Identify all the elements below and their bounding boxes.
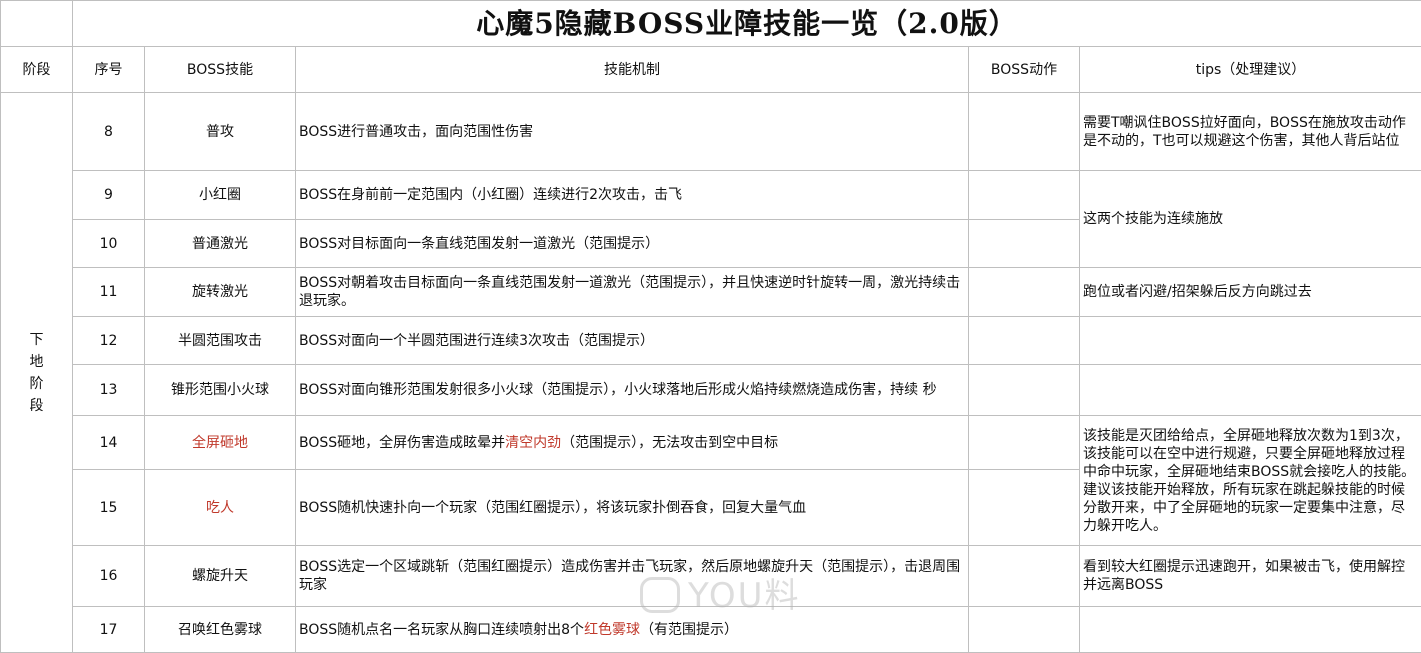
header-skill: BOSS技能 [145, 47, 296, 93]
row-index: 8 [73, 93, 145, 171]
sheet-title: 心魔5隐藏BOSS业障技能一览（2.0版） [73, 1, 1421, 47]
table-row: 9 小红圈 BOSS在身前前一定范围内（小红圈）连续进行2次攻击，击飞 这两个技… [1, 171, 1421, 220]
row-skill: 小红圈 [145, 171, 296, 220]
row-action [969, 268, 1080, 317]
header-index: 序号 [73, 47, 145, 93]
header-row: 阶段 序号 BOSS技能 技能机制 BOSS动作 tips（处理建议） [1, 47, 1421, 93]
mechanic-highlight: 清空内劲 [505, 435, 561, 451]
title-row: 心魔5隐藏BOSS业障技能一览（2.0版） [1, 1, 1421, 47]
header-phase: 阶段 [1, 47, 73, 93]
row-tips: 看到较大红圈提示迅速跑开，如果被击飞，使用解控并远离BOSS [1080, 546, 1421, 607]
row-action [969, 317, 1080, 365]
table-row: 14 全屏砸地 BOSS砸地，全屏伤害造成眩晕并清空内劲（范围提示），无法攻击到… [1, 416, 1421, 470]
row-action [969, 171, 1080, 220]
row-action [969, 220, 1080, 268]
mechanic-text: （范围提示），无法攻击到空中目标 [561, 435, 778, 451]
row-mechanic: BOSS对面向一个半圆范围进行连续3次攻击（范围提示） [296, 317, 969, 365]
row-index: 12 [73, 317, 145, 365]
row-tips: 该技能是灭团给给点，全屏砸地释放次数为1到3次，该技能可以在空中进行规避，只要全… [1080, 416, 1421, 546]
row-index: 11 [73, 268, 145, 317]
row-index: 9 [73, 171, 145, 220]
table-row: 11 旋转激光 BOSS对朝着攻击目标面向一条直线范围发射一道激光（范围提示），… [1, 268, 1421, 317]
row-skill: 召唤红色雾球 [145, 607, 296, 653]
table-row: 17 召唤红色雾球 BOSS随机点名一名玩家从胸口连续喷射出8个红色雾球（有范围… [1, 607, 1421, 653]
row-mechanic: BOSS随机快速扑向一个玩家（范围红圈提示），将该玩家扑倒吞食，回复大量气血 [296, 470, 969, 546]
mechanic-highlight: 红色雾球 [584, 622, 640, 638]
row-skill: 全屏砸地 [145, 416, 296, 470]
phase-cell: 下地阶段 [1, 93, 73, 653]
row-skill: 锥形范围小火球 [145, 365, 296, 416]
row-action [969, 93, 1080, 171]
row-action [969, 546, 1080, 607]
row-tips-empty [1080, 317, 1421, 365]
row-mechanic: BOSS在身前前一定范围内（小红圈）连续进行2次攻击，击飞 [296, 171, 969, 220]
row-mechanic: BOSS对目标面向一条直线范围发射一道激光（范围提示） [296, 220, 969, 268]
row-mechanic: BOSS砸地，全屏伤害造成眩晕并清空内劲（范围提示），无法攻击到空中目标 [296, 416, 969, 470]
row-tips: 跑位或者闪避/招架躲后反方向跳过去 [1080, 268, 1421, 317]
row-skill: 普攻 [145, 93, 296, 171]
row-index: 14 [73, 416, 145, 470]
header-tips: tips（处理建议） [1080, 47, 1421, 93]
row-action [969, 607, 1080, 653]
row-index: 17 [73, 607, 145, 653]
row-mechanic: BOSS对朝着攻击目标面向一条直线范围发射一道激光（范围提示），并且快速逆时针旋… [296, 268, 969, 317]
table-row: 12 半圆范围攻击 BOSS对面向一个半圆范围进行连续3次攻击（范围提示） [1, 317, 1421, 365]
row-tips: 需要T嘲讽住BOSS拉好面向，BOSS在施放攻击动作是不动的，T也可以规避这个伤… [1080, 93, 1421, 171]
table-row: 下地阶段 8 普攻 BOSS进行普通攻击，面向范围性伤害 需要T嘲讽住BOSS拉… [1, 93, 1421, 171]
row-skill: 普通激光 [145, 220, 296, 268]
header-mechanic: 技能机制 [296, 47, 969, 93]
mechanic-text: BOSS砸地，全屏伤害造成眩晕并 [299, 435, 505, 451]
row-action [969, 470, 1080, 546]
title-corner-cell [1, 1, 73, 47]
row-mechanic: BOSS对面向锥形范围发射很多小火球（范围提示），小火球落地后形成火焰持续燃烧造… [296, 365, 969, 416]
row-tips-empty [1080, 365, 1421, 416]
row-skill: 吃人 [145, 470, 296, 546]
mechanic-text: （有范围提示） [640, 622, 738, 638]
row-action [969, 416, 1080, 470]
row-index: 15 [73, 470, 145, 546]
row-mechanic: BOSS进行普通攻击，面向范围性伤害 [296, 93, 969, 171]
row-tips: 这两个技能为连续施放 [1080, 171, 1421, 268]
row-mechanic: BOSS选定一个区域跳斩（范围红圈提示）造成伤害并击飞玩家，然后原地螺旋升天（范… [296, 546, 969, 607]
row-mechanic: BOSS随机点名一名玩家从胸口连续喷射出8个红色雾球（有范围提示） [296, 607, 969, 653]
row-index: 16 [73, 546, 145, 607]
row-tips-empty [1080, 607, 1421, 653]
table-row: 13 锥形范围小火球 BOSS对面向锥形范围发射很多小火球（范围提示），小火球落… [1, 365, 1421, 416]
table-row: 16 螺旋升天 BOSS选定一个区域跳斩（范围红圈提示）造成伤害并击飞玩家，然后… [1, 546, 1421, 607]
mechanic-text: BOSS随机点名一名玩家从胸口连续喷射出8个 [299, 622, 584, 638]
header-action: BOSS动作 [969, 47, 1080, 93]
row-action [969, 365, 1080, 416]
row-skill: 螺旋升天 [145, 546, 296, 607]
skill-table: 心魔5隐藏BOSS业障技能一览（2.0版） 阶段 序号 BOSS技能 技能机制 … [0, 0, 1421, 653]
row-skill: 半圆范围攻击 [145, 317, 296, 365]
phase-label: 下地阶段 [28, 329, 46, 417]
row-index: 10 [73, 220, 145, 268]
row-skill: 旋转激光 [145, 268, 296, 317]
row-index: 13 [73, 365, 145, 416]
